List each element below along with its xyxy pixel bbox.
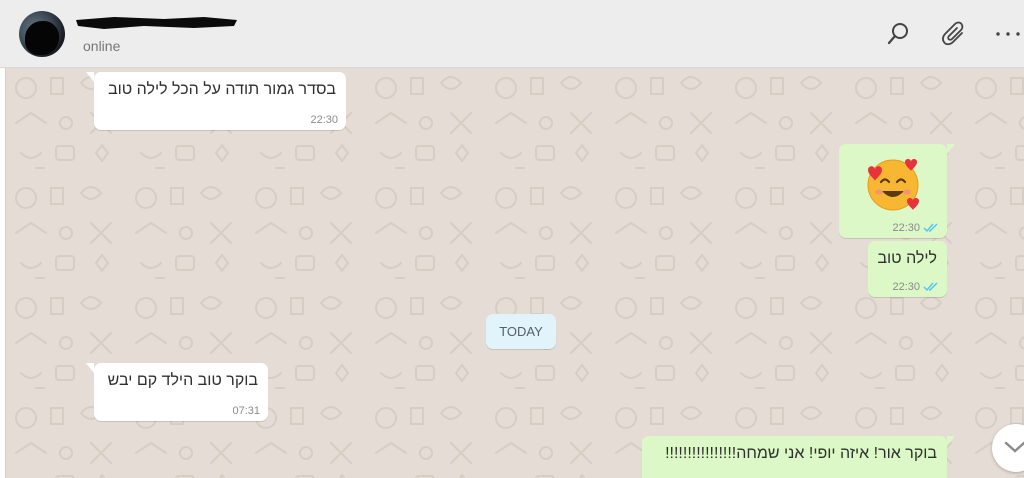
message-outgoing-emoji[interactable]: 22:30 (839, 144, 955, 238)
message-time: 22:30 (310, 114, 338, 126)
message-meta: 22:30 (310, 114, 338, 126)
message-text: בוקר טוב הילד קם יבש (107, 372, 258, 389)
message-meta: 22:30 (892, 281, 939, 293)
contact-status: online (83, 38, 121, 54)
contact-avatar[interactable] (19, 11, 65, 57)
message-text: לילה טוב (877, 250, 937, 267)
chat-header: online (0, 0, 1024, 68)
double-check-read-icon (923, 223, 938, 233)
message-incoming[interactable]: בוקר טוב הילד קם יבש 07:31 (86, 363, 268, 421)
bubble-tail (86, 72, 94, 82)
message-text: בסדר גמור תודה על הכל לילה טוב (108, 81, 336, 98)
chevron-down-icon (1004, 441, 1024, 453)
attach-icon[interactable] (938, 18, 970, 50)
day-separator: TODAY (486, 314, 556, 349)
bubble-tail (947, 144, 955, 154)
bubble-tail (86, 363, 94, 373)
more-icon[interactable] (992, 18, 1024, 50)
message-outgoing[interactable]: בוקר אור! איזה יופי! אני שמחה!!!!!!!!!!!… (642, 436, 955, 478)
message-incoming[interactable]: בסדר גמור תודה על הכל לילה טוב 22:30 (86, 72, 346, 130)
bubble-tail (947, 436, 955, 446)
smiling-face-with-hearts-emoji (867, 159, 919, 211)
message-time: 22:30 (892, 222, 920, 234)
search-icon[interactable] (882, 18, 914, 50)
message-time: 22:30 (892, 281, 920, 293)
message-outgoing[interactable]: לילה טוב 22:30 (868, 241, 947, 297)
chat-area[interactable]: בסדר גמור תודה על הכל לילה טוב 22:30 22:… (6, 68, 1024, 478)
message-meta: 22:30 (892, 222, 939, 234)
message-text: בוקר אור! איזה יופי! אני שמחה!!!!!!!!!!!… (665, 445, 937, 462)
message-meta: 07:31 (232, 405, 260, 417)
double-check-read-icon (923, 282, 938, 292)
contact-name-redacted[interactable] (74, 14, 239, 32)
message-time: 07:31 (232, 405, 260, 417)
